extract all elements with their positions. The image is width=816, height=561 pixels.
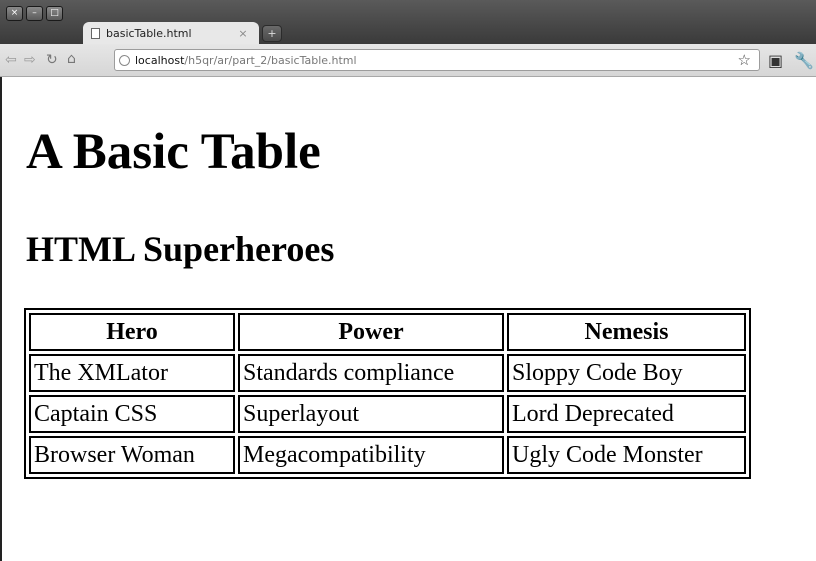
table-cell: Standards compliance [238, 354, 504, 392]
browser-tab[interactable]: basicTable.html × [83, 22, 259, 44]
url-host: localhost [135, 53, 185, 67]
table-cell: Browser Woman [29, 436, 235, 474]
table-cell: Sloppy Code Boy [507, 354, 746, 392]
table-header-row: Hero Power Nemesis [29, 313, 746, 351]
minimize-window-icon[interactable]: – [26, 6, 43, 21]
back-arrow-icon[interactable]: ⇦ [5, 52, 17, 68]
table-cell: Captain CSS [29, 395, 235, 433]
table-row: Browser Woman Megacompatibility Ugly Cod… [29, 436, 746, 474]
close-window-icon[interactable]: × [6, 6, 23, 21]
home-icon[interactable]: ⌂ [67, 51, 76, 67]
table-row: The XMLator Standards compliance Sloppy … [29, 354, 746, 392]
window-controls: × – □ [6, 6, 63, 21]
table-row: Captain CSS Superlayout Lord Deprecated [29, 395, 746, 433]
new-tab-button[interactable]: + [262, 25, 282, 42]
header-power: Power [238, 313, 504, 351]
table-cell: Megacompatibility [238, 436, 504, 474]
page-title: A Basic Table [26, 124, 321, 180]
forward-arrow-icon[interactable]: ⇨ [24, 52, 36, 68]
superheroes-table: Hero Power Nemesis The XMLator Standards… [24, 308, 751, 479]
maximize-window-icon[interactable]: □ [46, 6, 63, 21]
window-titlebar: × – □ basicTable.html × + [0, 0, 816, 44]
browser-toolbar: ⇦ ⇨ ↻ ⌂ localhost /h5qr/ar/part_2/basicT… [0, 44, 816, 77]
header-nemesis: Nemesis [507, 313, 746, 351]
table-cell: Ugly Code Monster [507, 436, 746, 474]
tab-title: basicTable.html [106, 26, 192, 40]
table-cell: Lord Deprecated [507, 395, 746, 433]
document-icon [91, 27, 100, 39]
address-bar[interactable]: localhost /h5qr/ar/part_2/basicTable.htm… [114, 49, 760, 71]
header-hero: Hero [29, 313, 235, 351]
wrench-icon[interactable]: 🔧 [794, 51, 814, 70]
site-info-icon[interactable] [119, 54, 130, 66]
table-cell: Superlayout [238, 395, 504, 433]
page-content: A Basic Table HTML Superheroes Hero Powe… [0, 77, 816, 561]
page-menu-icon[interactable]: ▣ [768, 51, 783, 70]
tab-close-icon[interactable]: × [235, 27, 251, 40]
reload-icon[interactable]: ↻ [46, 52, 58, 68]
url-path: /h5qr/ar/part_2/basicTable.html [184, 53, 357, 67]
bookmark-star-icon[interactable]: ☆ [738, 51, 751, 69]
table-cell: The XMLator [29, 354, 235, 392]
page-subtitle: HTML Superheroes [26, 229, 335, 269]
